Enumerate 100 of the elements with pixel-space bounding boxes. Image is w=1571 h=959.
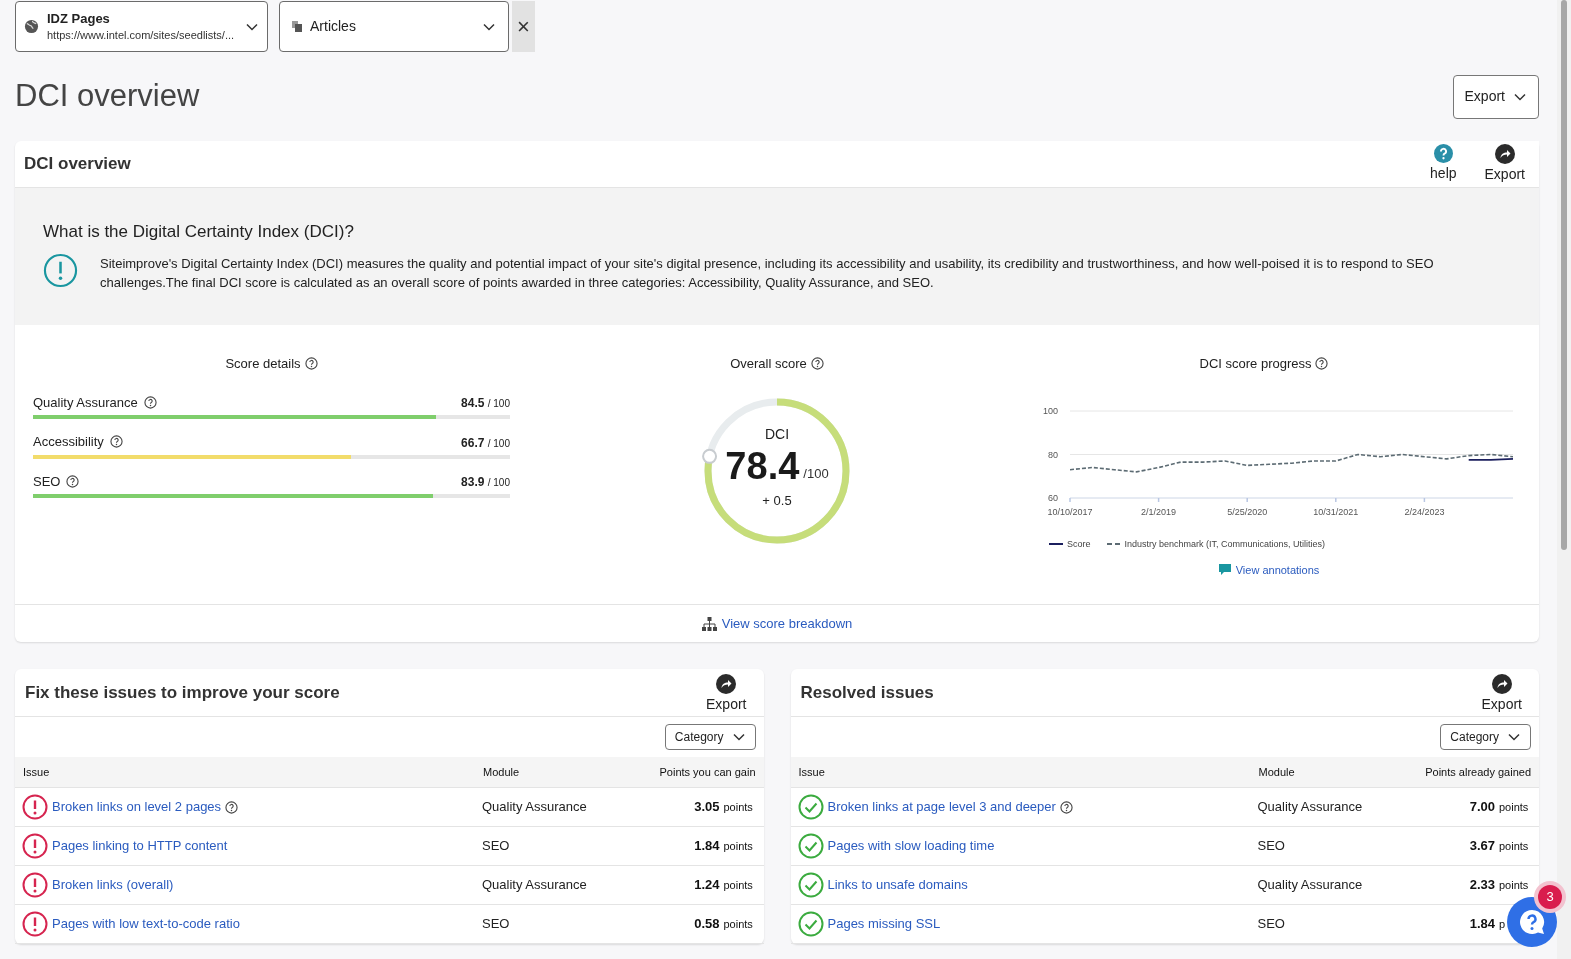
card-title: Resolved issues	[800, 681, 934, 704]
points-value: 1.84	[694, 837, 720, 856]
help-icon	[1059, 800, 1073, 814]
check-circle-icon	[797, 794, 824, 820]
issue-link[interactable]: Broken links (overall)	[52, 875, 174, 895]
card-title: Fix these issues to improve your score	[25, 681, 340, 704]
points-value: 0.58	[694, 915, 720, 934]
points-unit: points	[722, 878, 754, 894]
category-score: 84.5 / 100	[461, 395, 510, 412]
globe-icon	[24, 19, 39, 34]
section-title: DCI score progress	[1199, 355, 1312, 373]
help-icon	[1433, 144, 1453, 163]
help-icon	[1315, 357, 1329, 371]
check-circle-icon	[797, 833, 824, 859]
column-header: Points you can gain	[659, 764, 756, 780]
help-icon	[109, 435, 123, 449]
category-dropdown[interactable]: Category	[664, 724, 756, 750]
help-icon	[225, 800, 239, 814]
category-name: Quality Assurance	[33, 393, 138, 412]
pages-icon	[292, 21, 302, 32]
score-line	[1467, 457, 1514, 461]
category-name: SEO	[33, 472, 61, 491]
points-unit: points	[722, 917, 754, 933]
legend-label: Score	[1067, 537, 1091, 551]
hierarchy-icon	[701, 616, 717, 631]
alert-icon	[22, 833, 48, 859]
page-title: DCI overview	[15, 77, 200, 116]
points-value: 3.67	[1469, 837, 1495, 856]
points-unit: points	[722, 800, 754, 816]
clear-button[interactable]: ×	[512, 1, 535, 52]
score-max: /100	[803, 464, 829, 483]
help-icon	[304, 357, 318, 371]
info-heading: What is the Digital Certainty Index (DCI)?	[43, 221, 355, 243]
info-text: Siteimprove's Digital Certainty Index (DCI) measures the quality and potential impact of your site's digital presence, including its accessibility and usability, its credibility and trustworthiness, and how well-poised it is to respond to SEO challenges.The final DCI score is calculated as an overall score of points awarded in three categories: Accessibility, Quality Assurance, and SEO.	[100, 254, 1435, 292]
column-header: Module	[1258, 764, 1296, 780]
points-unit: points	[1498, 839, 1530, 855]
category-score: 66.7 / 100	[461, 434, 510, 452]
view-breakdown-link[interactable]: View score breakdown	[701, 613, 853, 634]
alert-icon	[22, 794, 48, 820]
overall-score: 78.4	[725, 445, 800, 488]
points-unit: points	[1498, 800, 1530, 816]
issue-link[interactable]: Broken links on level 2 pages	[52, 797, 222, 817]
module-cell-text: SEO	[482, 837, 511, 856]
dashed-line-icon	[1106, 542, 1121, 547]
notification-badge: 3	[1538, 885, 1562, 909]
issue-link[interactable]: Pages missing SSL	[827, 914, 941, 934]
points-unit: points	[722, 839, 754, 855]
export-button[interactable]: Export	[1470, 141, 1539, 187]
points-value: 2.33	[1469, 876, 1495, 895]
category-name: Accessibility	[33, 433, 104, 451]
gauge-label: DCI	[764, 425, 790, 445]
points-value: 7.00	[1469, 798, 1495, 817]
category-score: 83.9 / 100	[461, 474, 510, 491]
alert-icon	[22, 911, 48, 937]
export-button[interactable]: Export	[706, 670, 747, 715]
y-tick-label: 100	[1042, 405, 1058, 416]
module-cell-text: SEO	[482, 915, 511, 934]
site-selector[interactable]: IDZ Pages https://www.intel.com/sites/seedlists/...	[15, 1, 268, 52]
issue-link[interactable]: Links to unsafe domains	[827, 875, 968, 895]
points-value: 1.24	[694, 876, 720, 895]
help-icon	[66, 474, 80, 488]
issue-link[interactable]: Pages with slow loading time	[827, 836, 995, 856]
issue-link[interactable]: Broken links at page level 3 and deeper	[827, 797, 1056, 817]
view-annotations-link[interactable]: View annotations	[1218, 562, 1320, 579]
legend-label: Industry benchmark (IT, Communications, Utilities)	[1124, 537, 1326, 551]
points-value: 3.05	[694, 798, 720, 817]
points-unit: points	[1498, 878, 1530, 894]
module-cell-text: SEO	[1257, 915, 1286, 934]
alert-icon	[22, 872, 48, 898]
card-title: DCI overview	[24, 153, 131, 176]
comment-icon	[1218, 564, 1231, 577]
question-bubble-icon	[1518, 908, 1546, 936]
score-change: + 0.5	[762, 492, 792, 511]
column-header: Issue	[798, 764, 826, 780]
category-dropdown[interactable]: Category	[1440, 724, 1531, 750]
module-cell-text: Quality Assurance	[482, 876, 588, 895]
y-tick-label: 60	[1048, 492, 1058, 503]
group-name: Articles	[310, 17, 357, 36]
export-dropdown[interactable]: Export	[1452, 74, 1539, 119]
x-tick-label: 10/31/2021	[1313, 506, 1359, 517]
group-selector[interactable]: Articles	[279, 1, 509, 52]
x-tick-label: 2/1/2019	[1141, 506, 1177, 517]
x-tick-label: 2/24/2023	[1404, 506, 1445, 517]
module-cell-text: Quality Assurance	[1257, 876, 1364, 895]
module-cell-text: SEO	[1257, 837, 1286, 856]
issue-link[interactable]: Pages linking to HTTP content	[52, 836, 228, 856]
x-tick-label: 10/10/2017	[1047, 506, 1093, 517]
solid-line-icon	[1049, 542, 1063, 547]
help-icon	[810, 357, 824, 371]
y-tick-label: 80	[1048, 449, 1058, 459]
site-url: https://www.intel.com/sites/seedlists/...	[47, 27, 236, 43]
export-button[interactable]: Export	[1481, 670, 1522, 715]
column-header: Module	[483, 764, 521, 780]
site-name: IDZ Pages	[47, 10, 111, 27]
module-cell-text: Quality Assurance	[1257, 798, 1364, 817]
module-cell-text: Quality Assurance	[482, 798, 588, 817]
column-header: Points already gained	[1425, 764, 1531, 780]
issue-link[interactable]: Pages with low text-to-code ratio	[52, 914, 240, 934]
info-icon	[43, 252, 78, 288]
section-title: Overall score	[730, 355, 807, 373]
